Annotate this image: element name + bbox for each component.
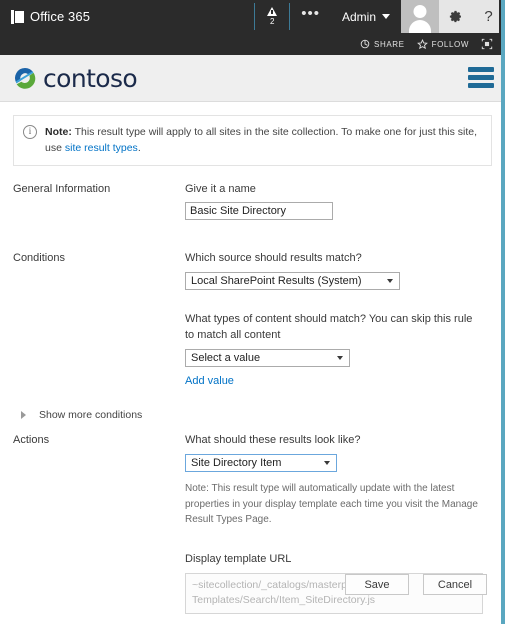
focus-on-content-button[interactable] [481,38,497,50]
focus-on-content-icon [481,38,493,50]
name-field-label: Give it a name [185,182,256,195]
chevron-down-icon [387,279,393,284]
user-avatar-icon[interactable] [401,0,439,33]
info-circle-icon: i [23,125,37,139]
section-label-general: General Information [13,182,111,195]
name-input[interactable] [185,202,333,221]
notification-count: 2 [269,17,275,26]
note-banner: i Note: This result type will apply to a… [13,115,492,166]
share-follow-bar: SHARE FOLLOW [0,33,505,55]
section-actions: Actions What should these results look l… [13,433,492,624]
chevron-right-icon [21,411,26,420]
share-label: SHARE [374,39,405,49]
page-root: Office 365 2 ••• Admin ? SHARE FOLLOW co… [0,0,505,624]
source-dropdown[interactable]: Local SharePoint Results (System) [185,272,400,291]
site-header: contoso [0,55,505,102]
section-general-information: General Information Give it a name [13,182,492,221]
contoso-swirl-logo [13,66,37,90]
suite-bar-spacer [90,0,254,33]
save-button[interactable]: Save [345,574,409,595]
follow-button[interactable]: FOLLOW [416,38,469,50]
admin-menu-button[interactable]: Admin [331,0,401,33]
show-more-conditions-toggle[interactable]: Show more conditions [21,409,492,421]
display-template-dropdown-value: Site Directory Item [191,457,282,470]
section-label-actions: Actions [13,434,50,447]
content-type-dropdown[interactable]: Select a value [185,349,350,368]
chevron-down-icon [382,14,390,19]
site-result-types-link[interactable]: site result types [65,142,138,154]
follow-label: FOLLOW [431,39,469,49]
office365-brand[interactable]: Office 365 [0,0,90,33]
office-logo-icon [11,9,24,24]
site-logo[interactable]: contoso [13,63,138,93]
vertical-scrollbar[interactable] [501,0,505,624]
notifications-button[interactable]: 2 [255,0,289,33]
content-type-field-label: What types of content should match? You … [185,313,473,342]
result-type-form: General Information Give it a name Condi… [0,182,505,624]
gear-icon[interactable] [439,0,472,33]
page-content: i Note: This result type will apply to a… [0,115,505,615]
look-like-field-label: What should these results look like? [185,434,361,447]
content-type-dropdown-value: Select a value [191,352,261,365]
add-value-link[interactable]: Add value [185,375,234,387]
more-apps-button[interactable]: ••• [290,0,331,33]
note-tail: . [137,142,141,155]
section-label-conditions: Conditions [13,252,65,265]
alert-triangle-icon [267,7,278,16]
admin-menu-label: Admin [341,9,376,24]
display-template-dropdown[interactable]: Site Directory Item [185,454,337,473]
display-template-url-label: Display template URL [185,552,292,565]
cancel-button[interactable]: Cancel [423,574,487,595]
note-label: Note: [45,126,72,138]
suite-brand-label: Office 365 [30,9,91,24]
share-icon [360,39,370,49]
star-icon [416,38,428,50]
chevron-down-icon [324,461,330,466]
source-dropdown-value: Local SharePoint Results (System) [191,275,362,288]
display-template-note: Note: This result type will automaticall… [185,483,478,526]
show-more-conditions-label: Show more conditions [39,409,143,422]
office365-suite-bar: Office 365 2 ••• Admin ? [0,0,505,33]
source-field-label: Which source should results match? [185,252,362,265]
section-conditions: Conditions Which source should results m… [13,251,492,387]
form-actions: Save Cancel [331,574,487,595]
chevron-down-icon [337,356,343,361]
site-logo-text: contoso [43,63,138,93]
note-text: Note: This result type will apply to all… [45,124,481,157]
hamburger-menu-icon[interactable] [468,67,494,88]
share-button[interactable]: SHARE [360,39,405,49]
